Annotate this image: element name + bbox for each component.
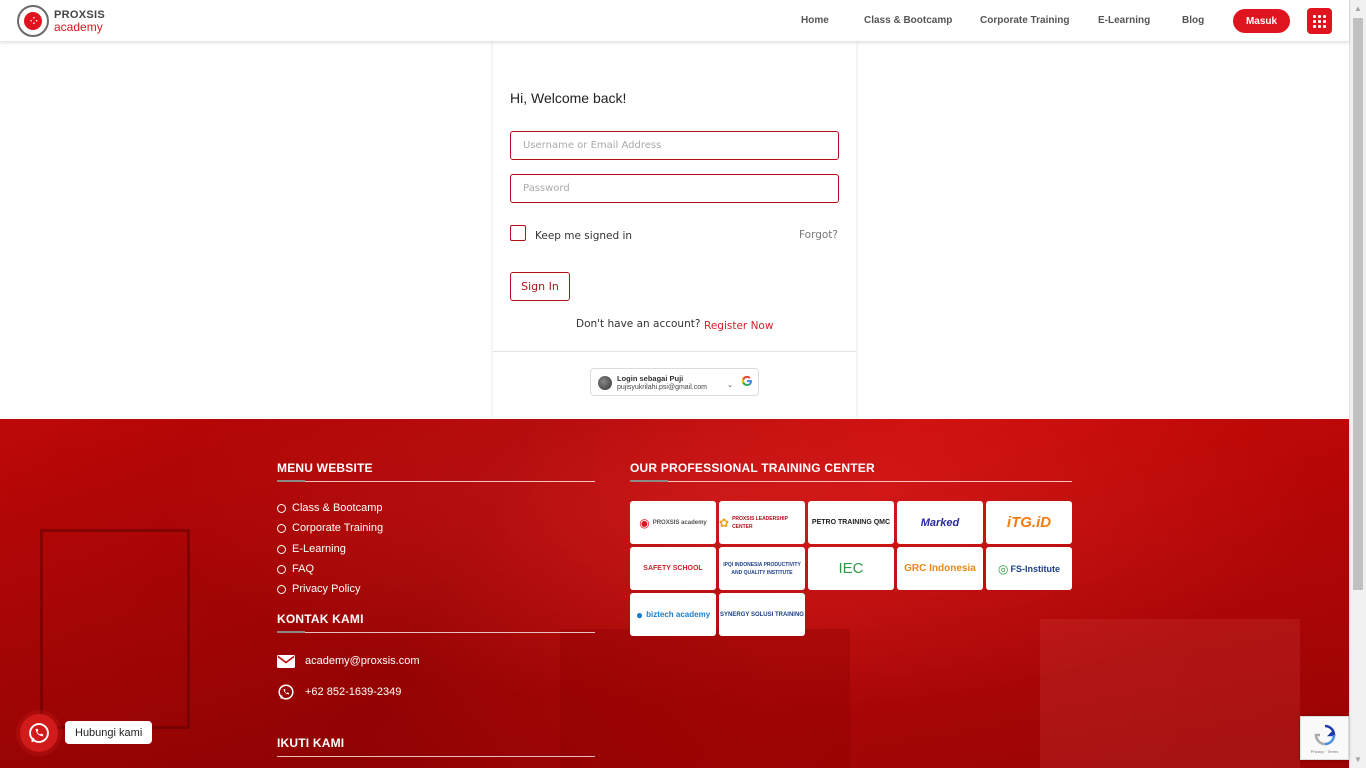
forgot-password-link[interactable]: Forgot? — [799, 229, 838, 241]
masuk-button[interactable]: Masuk — [1233, 9, 1290, 33]
google-signin-button[interactable]: Login sebagai Puji pujisyukrilahi.psi@gm… — [590, 368, 759, 396]
partner-logo-proxsis-academy[interactable]: ◉ PROXSIS academy — [630, 501, 716, 544]
partner-logo-fs-institute[interactable]: ◎ FS-Institute — [986, 547, 1072, 590]
circle-icon — [277, 523, 286, 533]
chevron-down-icon: ⌄ — [727, 382, 733, 389]
keep-signed-in-checkbox[interactable] — [510, 225, 526, 241]
site-footer: MENU WEBSITE Class & Bootcamp Corporate … — [0, 419, 1349, 768]
partner-logo-ipqi[interactable]: IPQI INDONESIA PRODUCTIVITY AND QUALITY … — [719, 547, 805, 590]
training-center-heading: OUR PROFESSIONAL TRAINING CENTER — [630, 461, 875, 475]
welcome-heading: Hi, Welcome back! — [510, 90, 627, 106]
avatar — [598, 376, 612, 390]
logo-line2: academy — [54, 20, 103, 34]
scroll-thumb[interactable] — [1353, 18, 1363, 590]
footer-link-corporate-training[interactable]: Corporate Training — [277, 522, 383, 534]
partner-logo-safety-school[interactable]: SAFETY SCHOOL — [630, 547, 716, 590]
footer-link-class-bootcamp[interactable]: Class & Bootcamp — [277, 502, 382, 514]
logo-mark-icon — [17, 5, 49, 37]
scroll-down-icon[interactable]: ▼ — [1350, 751, 1366, 768]
scroll-up-icon[interactable]: ▲ — [1350, 0, 1366, 17]
whatsapp-float-button[interactable] — [20, 714, 58, 752]
logo-text: PROXSIS academy — [54, 9, 105, 33]
whatsapp-label[interactable]: Hubungi kami — [65, 721, 153, 744]
nav-home[interactable]: Home — [801, 15, 829, 26]
google-account-name: Login sebagai Puji — [617, 374, 684, 383]
password-input[interactable] — [510, 174, 839, 203]
recaptcha-badge[interactable]: Privacy · Terms — [1300, 716, 1349, 760]
ikuti-kami-heading: IKUTI KAMI — [277, 736, 345, 750]
register-link[interactable]: Register Now — [704, 320, 773, 332]
nav-corporate-training[interactable]: Corporate Training — [980, 15, 1069, 26]
nav-blog[interactable]: Blog — [1182, 15, 1204, 26]
contact-email[interactable]: academy@proxsis.com — [277, 654, 419, 668]
recaptcha-text: Privacy · Terms — [1310, 748, 1339, 754]
google-account-email: pujisyukrilahi.psi@gmail.com — [617, 384, 707, 391]
proxsis-logo[interactable]: PROXSIS academy — [17, 4, 105, 38]
partner-logo-synergy-solusi[interactable]: SYNERGY SOLUSI TRAINING — [719, 593, 805, 636]
recaptcha-icon — [1314, 724, 1335, 745]
footer-link-faq[interactable]: FAQ — [277, 563, 314, 575]
circle-icon — [277, 564, 286, 574]
partner-logo-petro-training[interactable]: PETRO TRAINING QMC — [808, 501, 894, 544]
partner-logo-leadership-center[interactable]: ✿ PROXSIS LEADERSHIP CENTER — [719, 501, 805, 544]
login-card: Hi, Welcome back! Keep me signed in Forg… — [493, 42, 856, 419]
partner-logo-grc-indonesia[interactable]: GRC Indonesia — [897, 547, 983, 590]
partner-logo-iec[interactable]: IEC — [808, 547, 894, 590]
card-divider — [493, 351, 856, 352]
google-icon — [741, 375, 752, 386]
keep-signed-in-label: Keep me signed in — [535, 230, 633, 242]
no-account-text: Don't have an account? — [576, 318, 701, 330]
nav-class-bootcamp[interactable]: Class & Bootcamp — [864, 15, 952, 26]
circle-icon — [277, 584, 286, 594]
envelope-icon — [277, 654, 295, 668]
contact-phone[interactable]: +62 852-1639-2349 — [277, 684, 401, 700]
menu-divider — [277, 481, 595, 482]
kontak-kami-heading: KONTAK KAMI — [277, 612, 364, 626]
footer-link-e-learning[interactable]: E-Learning — [277, 543, 346, 555]
grid-menu-icon[interactable] — [1307, 8, 1332, 34]
page-scrollbar[interactable]: ▲ ▼ — [1349, 0, 1366, 768]
sign-in-button[interactable]: Sign In — [510, 272, 570, 301]
partner-logo-marked[interactable]: Marked — [897, 501, 983, 544]
whatsapp-icon — [29, 723, 49, 743]
site-header: PROXSIS academy Home Class & Bootcamp Co… — [0, 0, 1349, 42]
nav-e-learning[interactable]: E-Learning — [1098, 15, 1150, 26]
partner-logo-itg[interactable]: iTG.iD — [986, 501, 1072, 544]
username-input[interactable] — [510, 131, 839, 160]
whatsapp-icon — [277, 684, 295, 700]
circle-icon — [277, 503, 286, 513]
menu-website-heading: MENU WEBSITE — [277, 461, 373, 475]
footer-link-privacy-policy[interactable]: Privacy Policy — [277, 583, 360, 595]
circle-icon — [277, 544, 286, 554]
partner-logo-biztech-academy[interactable]: ● biztech academy — [630, 593, 716, 636]
